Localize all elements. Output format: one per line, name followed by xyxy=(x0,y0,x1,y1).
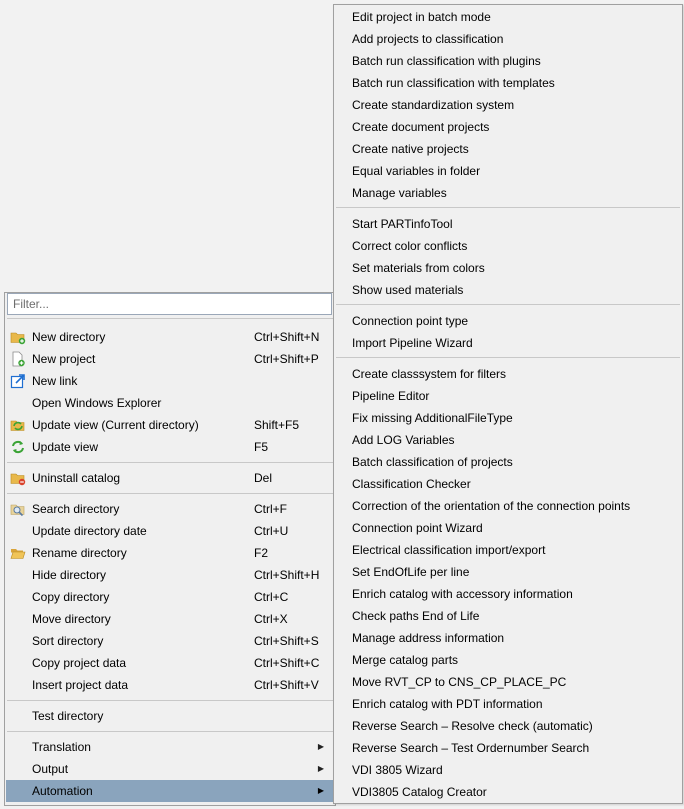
submenu-item[interactable]: Add projects to classification xyxy=(335,28,681,50)
menu-item-insert-project-data[interactable]: Insert project data Ctrl+Shift+V xyxy=(6,674,334,696)
menu-item-copy-directory[interactable]: Copy directory Ctrl+C xyxy=(6,586,334,608)
submenu-item[interactable]: Check paths End of Life xyxy=(335,605,681,627)
separator xyxy=(7,462,333,463)
submenu-item[interactable]: Enrich catalog with accessory informatio… xyxy=(335,583,681,605)
submenu-arrow-icon: ▶ xyxy=(317,786,324,795)
submenu-item[interactable]: Batch run classification with plugins xyxy=(335,50,681,72)
menu-item-translation[interactable]: Translation ▶ xyxy=(6,736,334,758)
submenu-item[interactable]: Connection point type xyxy=(335,310,681,332)
separator xyxy=(336,304,680,305)
submenu-arrow-icon: ▶ xyxy=(317,742,324,751)
submenu-item[interactable]: Create standardization system xyxy=(335,94,681,116)
menu-item-rename-directory[interactable]: Rename directory F2 xyxy=(6,542,334,564)
submenu-item[interactable]: Set materials from colors xyxy=(335,257,681,279)
separator xyxy=(7,731,333,732)
menu-item-new-directory[interactable]: New directory Ctrl+Shift+N xyxy=(6,326,334,348)
submenu-item[interactable]: Fix missing AdditionalFileType xyxy=(335,407,681,429)
automation-submenu: Edit project in batch mode Add projects … xyxy=(333,4,683,804)
submenu-item[interactable]: Move RVT_CP to CNS_CP_PLACE_PC xyxy=(335,671,681,693)
search-folder-icon xyxy=(10,504,25,517)
submenu-item[interactable]: Start PARTinfoTool xyxy=(335,213,681,235)
submenu-item[interactable]: Classification Checker xyxy=(335,473,681,495)
link-icon xyxy=(10,374,25,389)
separator xyxy=(7,318,333,319)
menu-item-output[interactable]: Output ▶ xyxy=(6,758,334,780)
document-new-icon xyxy=(12,351,25,367)
folder-new-icon xyxy=(10,332,26,345)
folder-delete-icon xyxy=(10,473,26,486)
submenu-item[interactable]: Create classsystem for filters xyxy=(335,363,681,385)
submenu-item[interactable]: Manage address information xyxy=(335,627,681,649)
context-menu: New directory Ctrl+Shift+N New project C… xyxy=(4,292,336,806)
submenu-item[interactable]: Merge catalog parts xyxy=(335,649,681,671)
submenu-item[interactable]: Edit project in batch mode xyxy=(335,6,681,28)
menu-item-new-link[interactable]: New link xyxy=(6,370,334,392)
menu-item-copy-project-data[interactable]: Copy project data Ctrl+Shift+C xyxy=(6,652,334,674)
submenu-item[interactable]: Electrical classification import/export xyxy=(335,539,681,561)
submenu-item[interactable]: Set EndOfLife per line xyxy=(335,561,681,583)
submenu-item[interactable]: Enrich catalog with PDT information xyxy=(335,693,681,715)
menu-item-update-directory-date[interactable]: Update directory date Ctrl+U xyxy=(6,520,334,542)
separator xyxy=(7,700,333,701)
submenu-item[interactable]: Create document projects xyxy=(335,116,681,138)
menu-item-new-project[interactable]: New project Ctrl+Shift+P xyxy=(6,348,334,370)
menu-item-open-windows-explorer[interactable]: Open Windows Explorer xyxy=(6,392,334,414)
menu-item-search-directory[interactable]: Search directory Ctrl+F xyxy=(6,498,334,520)
separator xyxy=(336,207,680,208)
submenu-item[interactable]: VDI 3805 Wizard xyxy=(335,759,681,781)
submenu-item[interactable]: Correction of the orientation of the con… xyxy=(335,495,681,517)
separator xyxy=(7,493,333,494)
refresh-icon xyxy=(12,440,24,454)
submenu-item[interactable]: Import Pipeline Wizard xyxy=(335,332,681,354)
filter-input[interactable] xyxy=(8,294,331,314)
submenu-arrow-icon: ▶ xyxy=(317,764,324,773)
folder-open-icon xyxy=(10,549,26,559)
menu-item-hide-directory[interactable]: Hide directory Ctrl+Shift+H xyxy=(6,564,334,586)
menu-item-uninstall-catalog[interactable]: Uninstall catalog Del xyxy=(6,467,334,489)
menu-item-move-directory[interactable]: Move directory Ctrl+X xyxy=(6,608,334,630)
submenu-item[interactable]: Reverse Search – Resolve check (automati… xyxy=(335,715,681,737)
submenu-item[interactable]: Connection point Wizard xyxy=(335,517,681,539)
menu-item-automation[interactable]: Automation ▶ xyxy=(6,780,334,802)
submenu-item[interactable]: Add LOG Variables xyxy=(335,429,681,451)
submenu-item[interactable]: Correct color conflicts xyxy=(335,235,681,257)
menu-item-sort-directory[interactable]: Sort directory Ctrl+Shift+S xyxy=(6,630,334,652)
submenu-item[interactable]: Reverse Search – Test Ordernumber Search xyxy=(335,737,681,759)
submenu-item[interactable]: Create native projects xyxy=(335,138,681,160)
menu-item-update-view-current[interactable]: Update view (Current directory) Shift+F5 xyxy=(6,414,334,436)
submenu-item[interactable]: VDI3805 Catalog Creator xyxy=(335,781,681,803)
refresh-folder-icon xyxy=(10,420,25,431)
submenu-item[interactable]: Pipeline Editor xyxy=(335,385,681,407)
filter-field[interactable] xyxy=(7,293,332,315)
submenu-item[interactable]: Equal variables in folder xyxy=(335,160,681,182)
menu-item-test-directory[interactable]: Test directory xyxy=(6,705,334,727)
submenu-item[interactable]: Show used materials xyxy=(335,279,681,301)
submenu-item[interactable]: Manage variables xyxy=(335,182,681,204)
submenu-item[interactable]: Batch classification of projects xyxy=(335,451,681,473)
menu-item-update-view[interactable]: Update view F5 xyxy=(6,436,334,458)
submenu-item[interactable]: Batch run classification with templates xyxy=(335,72,681,94)
separator xyxy=(336,357,680,358)
